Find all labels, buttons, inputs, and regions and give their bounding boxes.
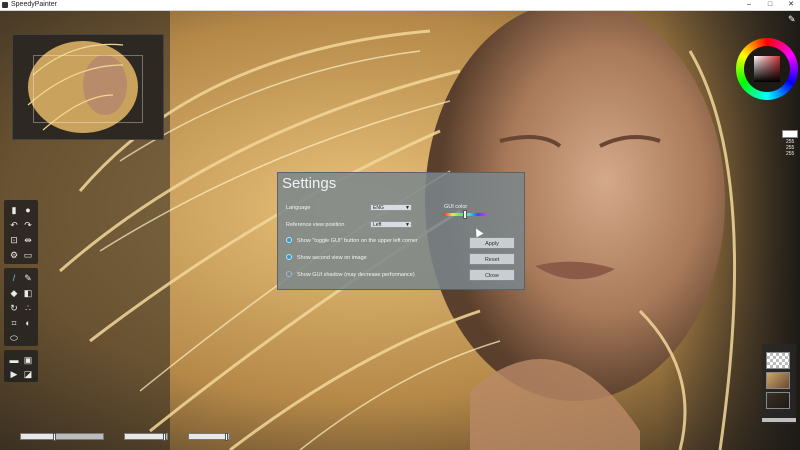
gradient-icon[interactable]: ◧ — [22, 287, 34, 299]
crop-icon[interactable]: ⌗ — [8, 317, 20, 329]
toggle-gui-option-label: Show "toggle GUI" button on the upper le… — [297, 238, 418, 244]
brush-icon[interactable]: / — [8, 272, 20, 284]
current-color-swatch[interactable] — [782, 130, 798, 138]
app-icon — [2, 2, 8, 8]
layer-transparent[interactable] — [766, 352, 790, 369]
close-button[interactable]: Close — [469, 269, 515, 281]
brush-hardness-slider[interactable] — [188, 433, 230, 441]
save-icon[interactable]: ▣ — [22, 354, 34, 366]
apply-button[interactable]: Apply — [469, 237, 515, 249]
play-icon[interactable]: ▶ — [8, 368, 20, 380]
brush-opacity-fill — [125, 434, 165, 439]
language-label: Language — [286, 205, 311, 211]
pen-tablet-icon[interactable]: ✎ — [788, 14, 796, 25]
close-window-button[interactable]: ✕ — [782, 0, 800, 10]
settings-dialog: Settings Language ENG ▼ Reference view p… — [277, 172, 525, 290]
info-icon[interactable]: ● — [22, 204, 34, 216]
layer-opacity-bar[interactable] — [762, 418, 796, 422]
chevron-down-icon: ▼ — [405, 222, 410, 228]
refview-position-value: Left — [373, 222, 382, 228]
refview-position-select[interactable]: Left ▼ — [370, 221, 412, 228]
settings-icon[interactable]: ⚙ — [8, 249, 20, 261]
layers-panel — [762, 344, 796, 424]
rotate-icon[interactable]: ↻ — [8, 302, 20, 314]
language-value: ENG — [373, 205, 384, 211]
reference-viewport-frame[interactable] — [33, 55, 143, 123]
mirror-icon[interactable]: ◐ — [22, 317, 34, 329]
fit-icon[interactable]: ⊡ — [8, 234, 20, 246]
second-view-option-label: Show second view on image — [297, 255, 367, 261]
new-file-icon[interactable]: ▮ — [8, 204, 20, 216]
brush-hardness-knob[interactable] — [225, 433, 228, 441]
gui-color-slider-thumb[interactable] — [463, 210, 467, 219]
toggle-gui-option-radio[interactable] — [286, 237, 292, 243]
refview-position-label: Reference view position — [286, 222, 345, 228]
export-icon[interactable]: ◪ — [22, 368, 34, 380]
chevron-down-icon: ▼ — [405, 205, 410, 211]
pencil-icon[interactable]: ✎ — [22, 272, 34, 284]
second-view-option-radio[interactable] — [286, 254, 292, 260]
brush-opacity-slider[interactable] — [124, 433, 168, 441]
window-title: SpeedyPainter — [11, 1, 57, 8]
dialog-title: Settings — [282, 175, 337, 192]
saturation-value-square[interactable] — [754, 56, 780, 82]
left-toolbar: ▮ ● ↶ ↷ ⊡ ⇹ ⚙ ▭ / ✎ ◆ ◧ ↻ ∴ ⌗ ◐ ⬭ ▬ ▣ ▶ … — [4, 200, 38, 440]
color-picker[interactable] — [736, 38, 798, 100]
minimize-button[interactable]: – — [740, 0, 758, 10]
reference-view[interactable] — [12, 34, 164, 140]
brush-hardness-fill — [189, 434, 227, 439]
eye-icon[interactable]: ⬭ — [8, 332, 20, 344]
gui-shadow-option-label: Show GUI shadow (may decrease performanc… — [297, 272, 415, 278]
keyboard-icon[interactable]: ▭ — [22, 249, 34, 261]
maximize-button[interactable]: □ — [761, 0, 779, 10]
open-folder-icon[interactable]: ▬ — [8, 354, 20, 366]
redo-icon[interactable]: ↷ — [22, 219, 34, 231]
brush-size-slider[interactable] — [20, 433, 104, 441]
reset-button[interactable]: Reset — [469, 253, 515, 265]
title-bar: SpeedyPainter – □ ✕ — [0, 0, 800, 11]
blue-value: 255 — [786, 151, 795, 157]
gui-shadow-option-radio[interactable] — [286, 271, 292, 277]
flip-icon[interactable]: ⇹ — [22, 234, 34, 246]
smudge-icon[interactable]: ∴ — [22, 302, 34, 314]
fill-icon[interactable]: ◆ — [8, 287, 20, 299]
language-select[interactable]: ENG ▼ — [370, 204, 412, 211]
layer-painting[interactable] — [766, 372, 790, 389]
brush-size-knob[interactable] — [53, 433, 57, 441]
brush-opacity-knob[interactable] — [162, 433, 166, 441]
brush-size-fill — [21, 434, 56, 439]
layer-background[interactable] — [766, 392, 790, 409]
undo-icon[interactable]: ↶ — [8, 219, 20, 231]
